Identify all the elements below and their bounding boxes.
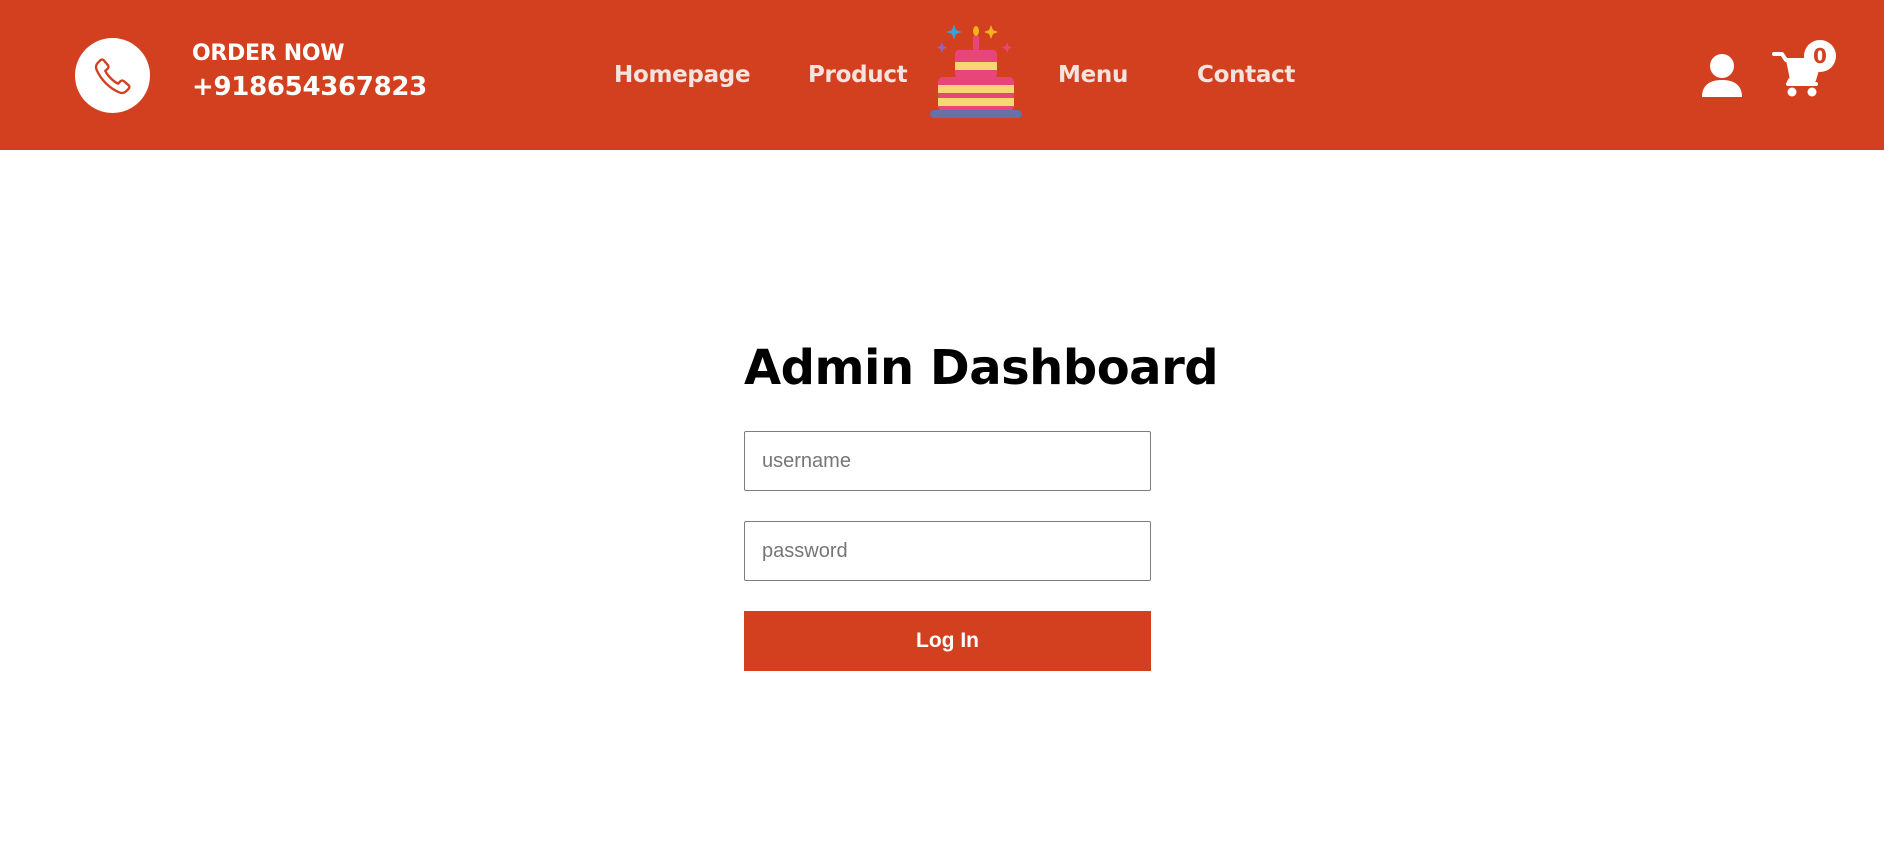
- page-title: Admin Dashboard: [744, 340, 1219, 396]
- cart-count-badge: 0: [1804, 40, 1836, 72]
- nav-homepage[interactable]: Homepage: [614, 62, 751, 88]
- navbar: ORDER NOW +918654367823 Homepage Product…: [0, 0, 1884, 150]
- phone-button[interactable]: [75, 38, 150, 113]
- password-input[interactable]: [744, 521, 1151, 581]
- nav-product[interactable]: Product: [808, 62, 908, 88]
- login-button[interactable]: Log In: [744, 611, 1151, 671]
- nav-menu[interactable]: Menu: [1058, 62, 1128, 88]
- phone-icon: [94, 57, 131, 94]
- cake-logo-icon[interactable]: [929, 22, 1023, 122]
- user-icon[interactable]: [1700, 53, 1744, 99]
- order-phone-number[interactable]: +918654367823: [192, 72, 427, 102]
- username-input[interactable]: [744, 431, 1151, 491]
- nav-contact[interactable]: Contact: [1197, 62, 1295, 88]
- order-now-label: ORDER NOW: [192, 41, 345, 66]
